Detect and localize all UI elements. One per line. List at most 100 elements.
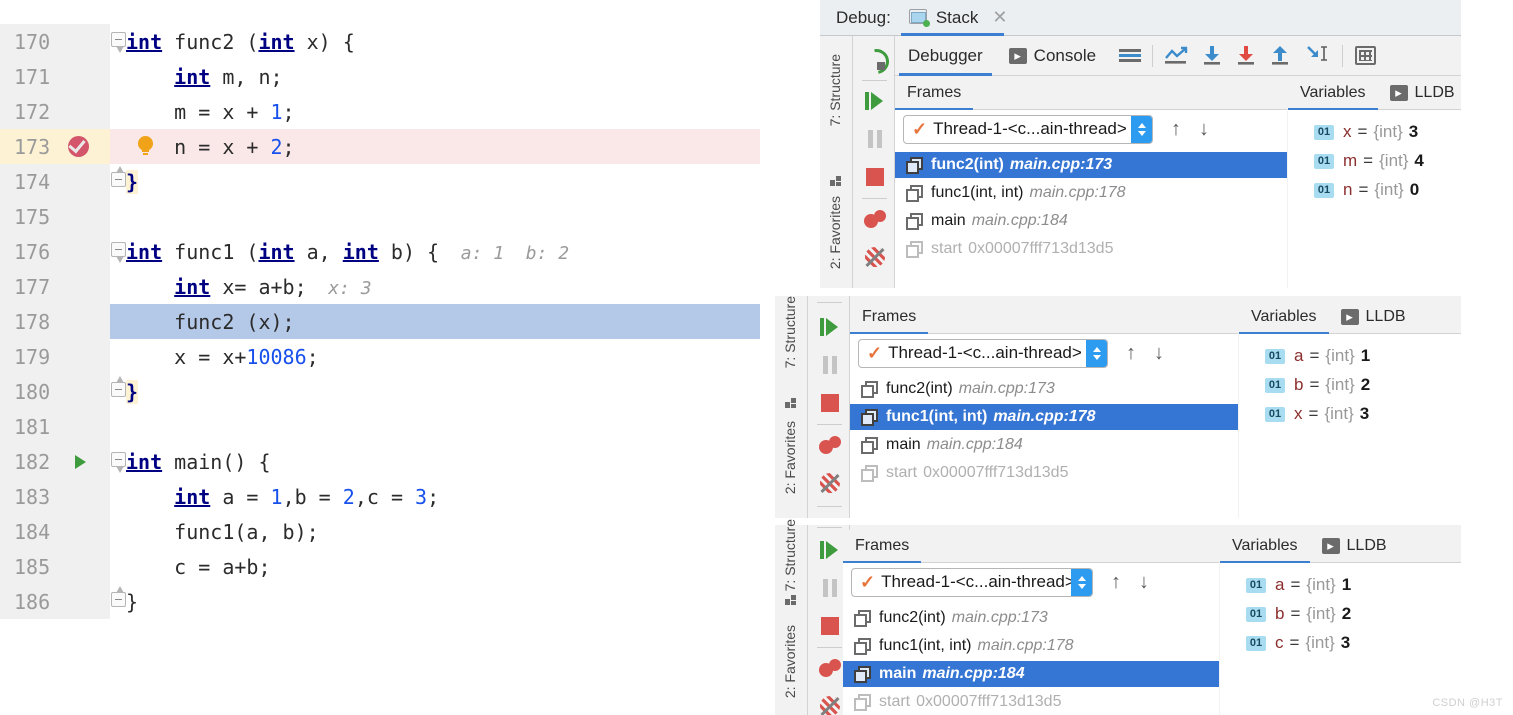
frame-up-arrow-icon[interactable]: ↑ bbox=[1111, 571, 1121, 594]
tab-variables[interactable]: Variables bbox=[1288, 77, 1378, 110]
code-line[interactable]: 181 bbox=[0, 409, 760, 444]
frame-row[interactable]: func2(int) main.cpp:173 bbox=[843, 605, 1219, 631]
frame-down-arrow-icon[interactable]: ↓ bbox=[1154, 342, 1164, 365]
frame-row[interactable]: main main.cpp:184 bbox=[850, 432, 1238, 458]
thread-combo-box[interactable]: ✓ Thread-1-<c...ain-thread> bbox=[851, 567, 1093, 597]
line-gutter[interactable]: 185 bbox=[0, 549, 110, 584]
code-text-area[interactable]: n = x + 2; bbox=[110, 129, 760, 164]
code-line[interactable]: 176 int func1 (int a, int b) { a: 1 b: 2 bbox=[0, 234, 760, 269]
variable-row[interactable]: 01 x = {int} 3 bbox=[1288, 118, 1461, 146]
line-gutter[interactable]: 173 bbox=[0, 129, 110, 164]
tab-console[interactable]: Console bbox=[996, 36, 1109, 76]
step-into-icon[interactable] bbox=[1202, 46, 1222, 65]
frame-row[interactable]: start 0x00007fff713d13d5 bbox=[895, 236, 1287, 262]
resume-program-button[interactable] bbox=[854, 82, 895, 120]
code-text-area[interactable]: int m, n; bbox=[110, 59, 760, 94]
fold-start-icon[interactable] bbox=[111, 32, 128, 53]
code-line[interactable]: 180} bbox=[0, 374, 760, 409]
frames-list-3[interactable]: ✓ Thread-1-<c...ain-thread> ↑ ↓ func2(int) ma… bbox=[843, 563, 1219, 715]
run-to-cursor-icon[interactable] bbox=[1304, 44, 1330, 68]
code-line[interactable]: 171 int m, n; bbox=[0, 59, 760, 94]
tab-debugger[interactable]: Debugger bbox=[895, 36, 996, 76]
frame-up-arrow-icon[interactable]: ↑ bbox=[1171, 118, 1181, 141]
mute-breakpoints-button-2[interactable] bbox=[809, 464, 850, 502]
frames-list-1[interactable]: ✓ Thread-1-<c...ain-thread> ↑ ↓ func2(int) ma… bbox=[895, 110, 1287, 288]
code-line[interactable]: 182 int main() { bbox=[0, 444, 760, 479]
variable-row[interactable]: 01 x = {int} 3 bbox=[1239, 400, 1461, 428]
line-gutter[interactable]: 176 bbox=[0, 234, 110, 269]
tab-variables-2[interactable]: Variables bbox=[1239, 301, 1329, 334]
code-line[interactable]: 178 func2 (x); bbox=[0, 304, 760, 339]
code-editor[interactable]: 170 int func2 (int x) {171 int m, n; 172 m… bbox=[0, 24, 760, 649]
close-icon[interactable]: ✕ bbox=[992, 7, 1007, 28]
code-line[interactable]: 186} bbox=[0, 584, 760, 619]
frame-row[interactable]: main main.cpp:184 bbox=[895, 208, 1287, 234]
code-text-area[interactable]: c = a+b; bbox=[110, 549, 760, 584]
code-text-area[interactable]: m = x + 1; bbox=[110, 94, 760, 129]
intention-bulb-icon[interactable] bbox=[138, 136, 153, 156]
frame-down-arrow-icon[interactable]: ↓ bbox=[1139, 571, 1149, 594]
code-text-area[interactable]: int main() { bbox=[110, 444, 760, 479]
rerun-button[interactable] bbox=[854, 40, 895, 79]
frame-row[interactable]: func2(int) main.cpp:173 bbox=[895, 152, 1287, 178]
step-out-icon[interactable] bbox=[1270, 46, 1290, 65]
code-line[interactable]: 185 c = a+b; bbox=[0, 549, 760, 584]
chevron-updown-icon[interactable] bbox=[1131, 115, 1152, 143]
variable-row[interactable]: 01 b = {int} 2 bbox=[1239, 371, 1461, 399]
line-gutter[interactable]: 172 bbox=[0, 94, 110, 129]
evaluate-expression-icon[interactable] bbox=[1355, 46, 1377, 65]
frame-row[interactable]: start 0x00007fff713d13d5 bbox=[843, 689, 1219, 715]
code-text-area[interactable] bbox=[110, 409, 760, 444]
fold-start-icon[interactable] bbox=[111, 452, 128, 473]
code-text-area[interactable]: int a = 1,b = 2,c = 3; bbox=[110, 479, 760, 514]
frame-row[interactable]: start 0x00007fff713d13d5 bbox=[850, 460, 1238, 486]
code-line[interactable]: 183 int a = 1,b = 2,c = 3; bbox=[0, 479, 760, 514]
code-text-area[interactable]: int func2 (int x) { bbox=[110, 24, 760, 59]
tab-variables-3[interactable]: Variables bbox=[1220, 530, 1310, 563]
frame-row[interactable]: main main.cpp:184 bbox=[843, 661, 1219, 687]
variable-row[interactable]: 01 m = {int} 4 bbox=[1288, 147, 1461, 175]
tab-frames-2[interactable]: Frames bbox=[850, 301, 929, 334]
line-gutter[interactable]: 177 bbox=[0, 269, 110, 304]
frame-down-arrow-icon[interactable]: ↓ bbox=[1199, 118, 1209, 141]
frame-row[interactable]: func1(int, int) main.cpp:178 bbox=[850, 404, 1238, 430]
line-gutter[interactable]: 182 bbox=[0, 444, 110, 479]
sidebar-item-structure-2[interactable]: 7: Structure bbox=[782, 296, 798, 368]
line-gutter[interactable]: 181 bbox=[0, 409, 110, 444]
code-line[interactable]: 175 bbox=[0, 199, 760, 234]
mute-breakpoints-button[interactable] bbox=[854, 238, 895, 276]
breakpoint-icon[interactable] bbox=[68, 135, 89, 157]
pause-program-button[interactable] bbox=[854, 120, 895, 158]
code-text-area[interactable]: } bbox=[110, 374, 760, 409]
fold-start-icon[interactable] bbox=[111, 242, 128, 263]
line-gutter[interactable]: 179 bbox=[0, 339, 110, 374]
variable-row[interactable]: 01 n = {int} 0 bbox=[1288, 176, 1461, 204]
chevron-updown-icon[interactable] bbox=[1086, 339, 1107, 367]
sidebar-item-structure[interactable]: 7: Structure bbox=[827, 54, 843, 126]
tab-lldb-3[interactable]: LLDB bbox=[1310, 530, 1399, 563]
code-text-area[interactable]: int func1 (int a, int b) { a: 1 b: 2 bbox=[110, 234, 760, 269]
view-breakpoints-button-2[interactable] bbox=[809, 426, 850, 464]
variable-row[interactable]: 01 c = {int} 3 bbox=[1220, 629, 1461, 657]
tab-stack[interactable]: Stack bbox=[900, 0, 1005, 36]
line-gutter[interactable]: 184 bbox=[0, 514, 110, 549]
thread-combo-box[interactable]: ✓ Thread-1-<c...ain-thread> bbox=[903, 114, 1153, 144]
code-text-area[interactable] bbox=[110, 199, 760, 234]
code-line[interactable]: 172 m = x + 1; bbox=[0, 94, 760, 129]
code-line[interactable]: 170 int func2 (int x) { bbox=[0, 24, 760, 59]
view-breakpoints-button[interactable] bbox=[854, 200, 895, 238]
fold-end-icon[interactable] bbox=[111, 166, 128, 193]
tab-lldb[interactable]: LLDB bbox=[1378, 77, 1467, 110]
frame-up-arrow-icon[interactable]: ↑ bbox=[1126, 342, 1136, 365]
variable-row[interactable]: 01 a = {int} 1 bbox=[1220, 571, 1461, 599]
fold-end-icon[interactable] bbox=[111, 376, 128, 403]
pause-program-button-2[interactable] bbox=[809, 346, 850, 384]
fold-end-icon[interactable] bbox=[111, 586, 128, 613]
code-line[interactable]: 174} bbox=[0, 164, 760, 199]
sidebar-item-favorites-2[interactable]: 2: Favorites bbox=[782, 421, 798, 494]
tab-frames[interactable]: Frames bbox=[895, 77, 974, 110]
frame-row[interactable]: func1(int, int) main.cpp:178 bbox=[843, 633, 1219, 659]
code-text-area[interactable]: func2 (x); bbox=[110, 304, 760, 339]
variables-list-3[interactable]: 01 a = {int} 1 01 b = {int} 2 01 c = {int} 3 bbox=[1220, 563, 1461, 715]
sidebar-item-favorites[interactable]: 2: Favorites bbox=[827, 196, 843, 269]
